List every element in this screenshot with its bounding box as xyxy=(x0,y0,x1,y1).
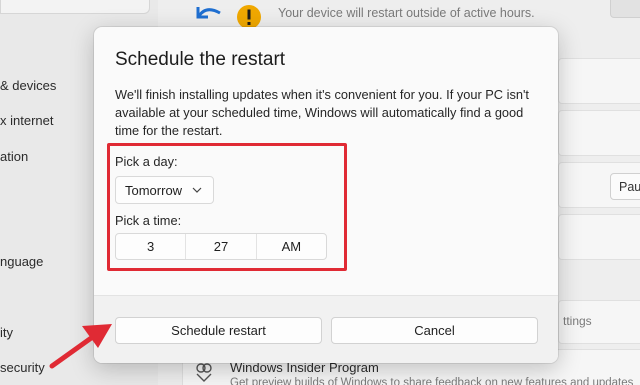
schedule-restart-dialog: Schedule the restart We'll finish instal… xyxy=(94,27,558,363)
day-dropdown[interactable]: Tomorrow xyxy=(115,176,214,204)
insider-icon xyxy=(196,363,212,382)
dialog-title: Schedule the restart xyxy=(115,49,286,70)
chevron-down-icon xyxy=(192,187,202,193)
update-notice: Your device will restart outside of acti… xyxy=(278,6,535,20)
nav-item-network[interactable]: x internet xyxy=(0,113,53,128)
dialog-description: We'll finish installing updates when it'… xyxy=(115,87,529,138)
hour-field[interactable]: 3 xyxy=(116,234,185,259)
pause-updates-button[interactable]: Pau xyxy=(610,173,640,200)
time-picker[interactable]: 3 27 AM xyxy=(115,233,327,260)
settings-card xyxy=(558,58,640,104)
settings-card xyxy=(558,214,640,260)
top-right-button[interactable] xyxy=(610,0,640,18)
nav-item-devices[interactable]: & devices xyxy=(0,78,56,93)
nav-item-accessibility[interactable]: ity xyxy=(0,325,13,340)
nav-item-language[interactable]: nguage xyxy=(0,254,43,269)
period-field[interactable]: AM xyxy=(255,234,326,259)
schedule-restart-button[interactable]: Schedule restart xyxy=(115,317,322,344)
settings-fragment: ttings xyxy=(563,314,592,328)
minute-field[interactable]: 27 xyxy=(185,234,255,259)
settings-card xyxy=(558,110,640,156)
insider-subtitle: Get preview builds of Windows to share f… xyxy=(230,377,634,385)
pick-time-label: Pick a time: xyxy=(115,213,182,228)
nav-item-personalization[interactable]: ation xyxy=(0,149,28,164)
search-box[interactable] xyxy=(0,0,150,14)
pick-day-label: Pick a day: xyxy=(115,154,178,169)
annotation-arrow-icon xyxy=(49,324,112,369)
dialog-footer: Schedule restart Cancel xyxy=(94,295,558,363)
nav-item-privacy-security[interactable]: security xyxy=(0,360,45,375)
cancel-button[interactable]: Cancel xyxy=(331,317,538,344)
day-dropdown-value: Tomorrow xyxy=(125,182,183,198)
